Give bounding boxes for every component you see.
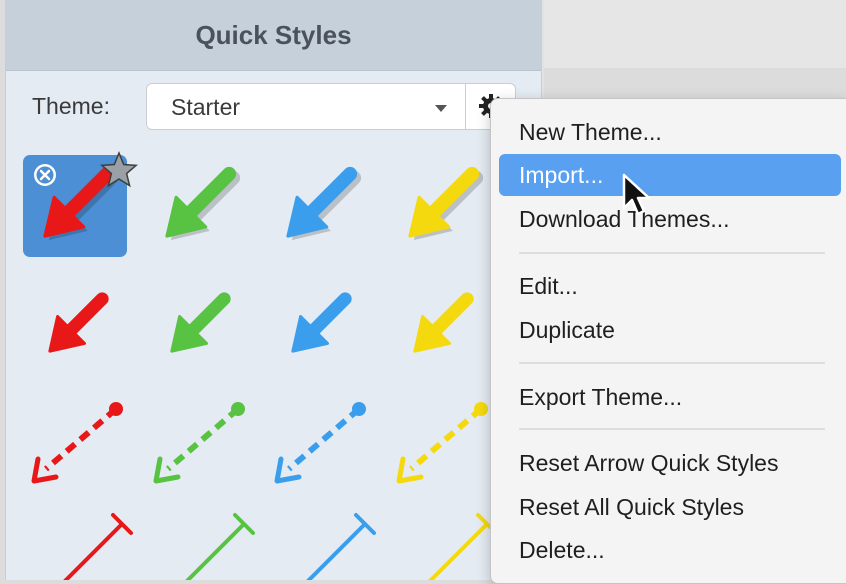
quick-style-item[interactable]	[46, 513, 133, 580]
arrow-shaft	[184, 292, 231, 339]
menu-separator	[519, 362, 825, 364]
theme-menu: New Theme... Import... Download Themes..…	[490, 98, 846, 584]
menu-item-duplicate[interactable]: Duplicate	[499, 309, 841, 351]
quick-style-item[interactable]	[411, 513, 498, 580]
background-window	[540, 0, 846, 68]
arrow-shaft	[62, 292, 109, 339]
quick-style-item[interactable]	[286, 166, 362, 241]
menu-item-reset-arrow-quick-styles[interactable]: Reset Arrow Quick Styles	[499, 442, 841, 484]
menu-item-new-theme[interactable]: New Theme...	[499, 111, 841, 153]
menu-item-export-theme[interactable]: Export Theme...	[499, 376, 841, 418]
quick-style-item[interactable]	[274, 402, 366, 484]
quick-styles-panel: Quick Styles Theme: Starter	[5, 0, 542, 580]
arrow-shaft	[427, 292, 474, 339]
line-shaft	[185, 522, 246, 580]
menu-separator	[519, 252, 825, 254]
line-shaft	[428, 522, 489, 580]
mouse-cursor-icon	[622, 173, 651, 216]
dashed-shaft	[44, 406, 118, 472]
menu-item-download-themes[interactable]: Download Themes...	[499, 198, 841, 240]
quick-style-item[interactable]	[289, 513, 376, 580]
quick-style-item[interactable]	[413, 292, 474, 353]
quick-style-item[interactable]	[170, 292, 231, 353]
quick-style-item[interactable]	[48, 292, 109, 353]
menu-item-edit[interactable]: Edit...	[499, 265, 841, 307]
quick-style-item[interactable]	[408, 166, 484, 241]
dashed-shaft	[287, 406, 361, 472]
arrow-shaft	[305, 292, 352, 339]
close-icon[interactable]	[34, 164, 56, 186]
style-grid	[23, 151, 498, 580]
line-shaft	[63, 522, 124, 580]
dashed-shaft	[166, 406, 240, 472]
quick-style-item[interactable]	[153, 402, 245, 484]
dashed-shaft	[409, 406, 483, 472]
line-shaft	[306, 522, 367, 580]
menu-item-import[interactable]: Import...	[499, 154, 841, 196]
menu-item-reset-all-quick-styles[interactable]: Reset All Quick Styles	[499, 486, 841, 528]
quick-style-item[interactable]	[396, 402, 488, 484]
quick-style-item[interactable]	[291, 292, 352, 353]
quick-style-item[interactable]	[168, 513, 255, 580]
quick-style-item[interactable]	[31, 402, 123, 484]
menu-item-delete[interactable]: Delete...	[499, 529, 841, 571]
quick-style-item[interactable]	[165, 166, 241, 241]
menu-separator	[519, 428, 825, 430]
